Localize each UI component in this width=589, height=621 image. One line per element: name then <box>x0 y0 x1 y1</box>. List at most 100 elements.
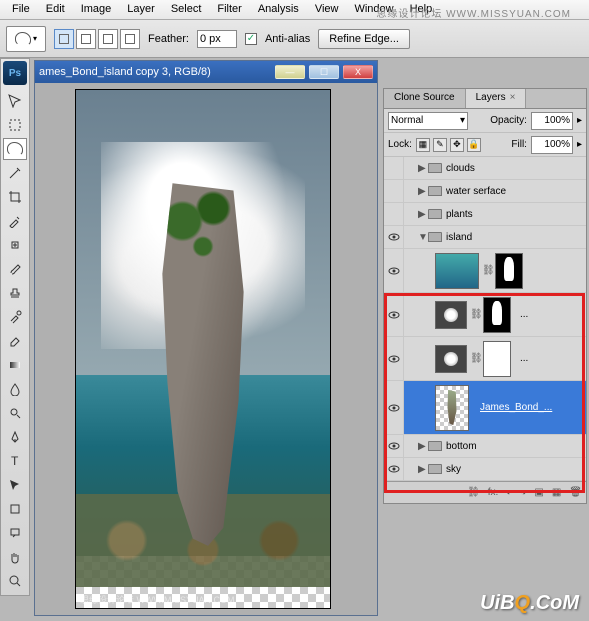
visibility-toggle[interactable] <box>384 249 404 292</box>
menu-analysis[interactable]: Analysis <box>250 0 307 19</box>
visibility-toggle[interactable] <box>384 435 404 457</box>
layer-adjustment-1[interactable]: ⛓ ... <box>384 293 586 337</box>
fx-icon[interactable]: fx. <box>488 487 499 498</box>
gradient-tool[interactable] <box>3 354 27 376</box>
crop-tool[interactable] <box>3 186 27 208</box>
menu-file[interactable]: File <box>4 0 38 19</box>
fill-arrow-icon[interactable]: ▸ <box>577 139 582 150</box>
tool-preset-picker[interactable]: ▾ <box>6 26 46 52</box>
fill-input[interactable]: 100% <box>531 136 573 154</box>
adjustment-layer-icon[interactable]: ◑ <box>520 487 526 498</box>
disclosure-icon[interactable]: ▶ <box>418 163 428 174</box>
opacity-input[interactable]: 100% <box>531 112 573 130</box>
new-layer-icon[interactable]: ▦ <box>552 487 561 498</box>
panel-tabs: Clone Source Layers× <box>384 89 586 109</box>
disclosure-icon[interactable]: ▼ <box>418 232 428 243</box>
visibility-toggle[interactable] <box>384 381 404 434</box>
type-tool[interactable]: T <box>3 450 27 472</box>
lock-all-icon[interactable]: 🔒 <box>467 138 481 152</box>
visibility-toggle[interactable] <box>384 203 404 225</box>
layer-group-plants[interactable]: ▶ plants <box>384 203 586 226</box>
tab-layers[interactable]: Layers× <box>466 89 527 108</box>
antialias-checkbox[interactable]: ✓ <box>245 33 257 45</box>
selection-subtract[interactable] <box>98 29 118 49</box>
lock-position-icon[interactable]: ✥ <box>450 138 464 152</box>
layer-james-bond[interactable]: James_Bond_... <box>384 381 586 435</box>
layer-adjustment-2[interactable]: ⛓ ... <box>384 337 586 381</box>
dodge-tool[interactable] <box>3 402 27 424</box>
disclosure-icon[interactable]: ▶ <box>418 464 428 475</box>
document-titlebar[interactable]: ames_Bond_island copy 3, RGB/8) — ☐ X <box>35 61 377 83</box>
lock-pixels-icon[interactable]: ✎ <box>433 138 447 152</box>
layer-label: ... <box>520 309 528 320</box>
layer-thumbnail[interactable] <box>435 253 479 289</box>
selection-mode-group <box>54 29 140 49</box>
selection-new[interactable] <box>54 29 74 49</box>
notes-tool[interactable] <box>3 522 27 544</box>
lock-transparency-icon[interactable]: ▦ <box>416 138 430 152</box>
eraser-tool[interactable] <box>3 330 27 352</box>
visibility-toggle[interactable] <box>384 226 404 248</box>
visibility-toggle[interactable] <box>384 157 404 179</box>
options-bar: ▾ Feather: 0 px ✓ Anti-alias Refine Edge… <box>0 20 589 58</box>
menu-layer[interactable]: Layer <box>119 0 163 19</box>
hand-tool[interactable] <box>3 546 27 568</box>
lasso-tool[interactable] <box>3 138 27 160</box>
disclosure-icon[interactable]: ▶ <box>418 186 428 197</box>
blend-mode-select[interactable]: Normal▾ <box>388 112 468 130</box>
disclosure-icon[interactable]: ▶ <box>418 441 428 452</box>
history-brush-tool[interactable] <box>3 306 27 328</box>
delete-layer-icon[interactable]: 🗑 <box>569 487 582 498</box>
eyedropper-tool[interactable] <box>3 210 27 232</box>
window-maximize[interactable]: ☐ <box>309 65 339 79</box>
layers-panel: Clone Source Layers× Normal▾ Opacity: 10… <box>383 88 587 504</box>
menu-select[interactable]: Select <box>163 0 210 19</box>
menu-view[interactable]: View <box>307 0 347 19</box>
tab-close-icon[interactable]: × <box>510 92 516 103</box>
visibility-toggle[interactable] <box>384 180 404 202</box>
layer-group-bottom[interactable]: ▶ bottom <box>384 435 586 458</box>
move-tool[interactable] <box>3 90 27 112</box>
brush-tool[interactable] <box>3 258 27 280</box>
menu-image[interactable]: Image <box>73 0 120 19</box>
layer-mask[interactable] <box>483 341 511 377</box>
window-minimize[interactable]: — <box>275 65 305 79</box>
layer-group-sky[interactable]: ▶ sky <box>384 458 586 481</box>
adjustment-thumbnail[interactable] <box>435 345 467 373</box>
stamp-tool[interactable] <box>3 282 27 304</box>
marquee-tool[interactable] <box>3 114 27 136</box>
selection-intersect[interactable] <box>120 29 140 49</box>
menu-filter[interactable]: Filter <box>209 0 249 19</box>
layer-mask[interactable] <box>483 297 511 333</box>
opacity-arrow-icon[interactable]: ▸ <box>577 115 582 126</box>
layer-mask[interactable] <box>495 253 523 289</box>
layer-group-water[interactable]: ▶ water serface <box>384 180 586 203</box>
path-select-tool[interactable] <box>3 474 27 496</box>
adjustment-thumbnail[interactable] <box>435 301 467 329</box>
add-mask-icon[interactable]: ◐ <box>506 487 512 498</box>
feather-input[interactable]: 0 px <box>197 30 237 48</box>
menu-edit[interactable]: Edit <box>38 0 73 19</box>
pen-tool[interactable] <box>3 426 27 448</box>
healing-tool[interactable] <box>3 234 27 256</box>
link-layers-icon[interactable]: ⛓ <box>467 487 480 498</box>
tab-clone-source[interactable]: Clone Source <box>384 89 466 108</box>
window-close[interactable]: X <box>343 65 373 79</box>
visibility-toggle[interactable] <box>384 337 404 380</box>
document-title: ames_Bond_island copy 3, RGB/8) <box>39 66 211 78</box>
layer-thumbnail[interactable] <box>435 385 469 431</box>
refine-edge-button[interactable]: Refine Edge... <box>318 29 410 49</box>
shape-tool[interactable] <box>3 498 27 520</box>
disclosure-icon[interactable]: ▶ <box>418 209 428 220</box>
visibility-toggle[interactable] <box>384 293 404 336</box>
canvas[interactable]: 思缘设计论坛 WWW.MISSYUAN.COM <box>75 89 331 609</box>
selection-add[interactable] <box>76 29 96 49</box>
visibility-toggle[interactable] <box>384 458 404 480</box>
layer-image-1[interactable]: ⛓ <box>384 249 586 293</box>
new-group-icon[interactable]: ▣ <box>534 487 543 498</box>
blur-tool[interactable] <box>3 378 27 400</box>
layer-group-clouds[interactable]: ▶ clouds <box>384 157 586 180</box>
layer-group-island[interactable]: ▼ island <box>384 226 586 249</box>
wand-tool[interactable] <box>3 162 27 184</box>
zoom-tool[interactable] <box>3 570 27 592</box>
